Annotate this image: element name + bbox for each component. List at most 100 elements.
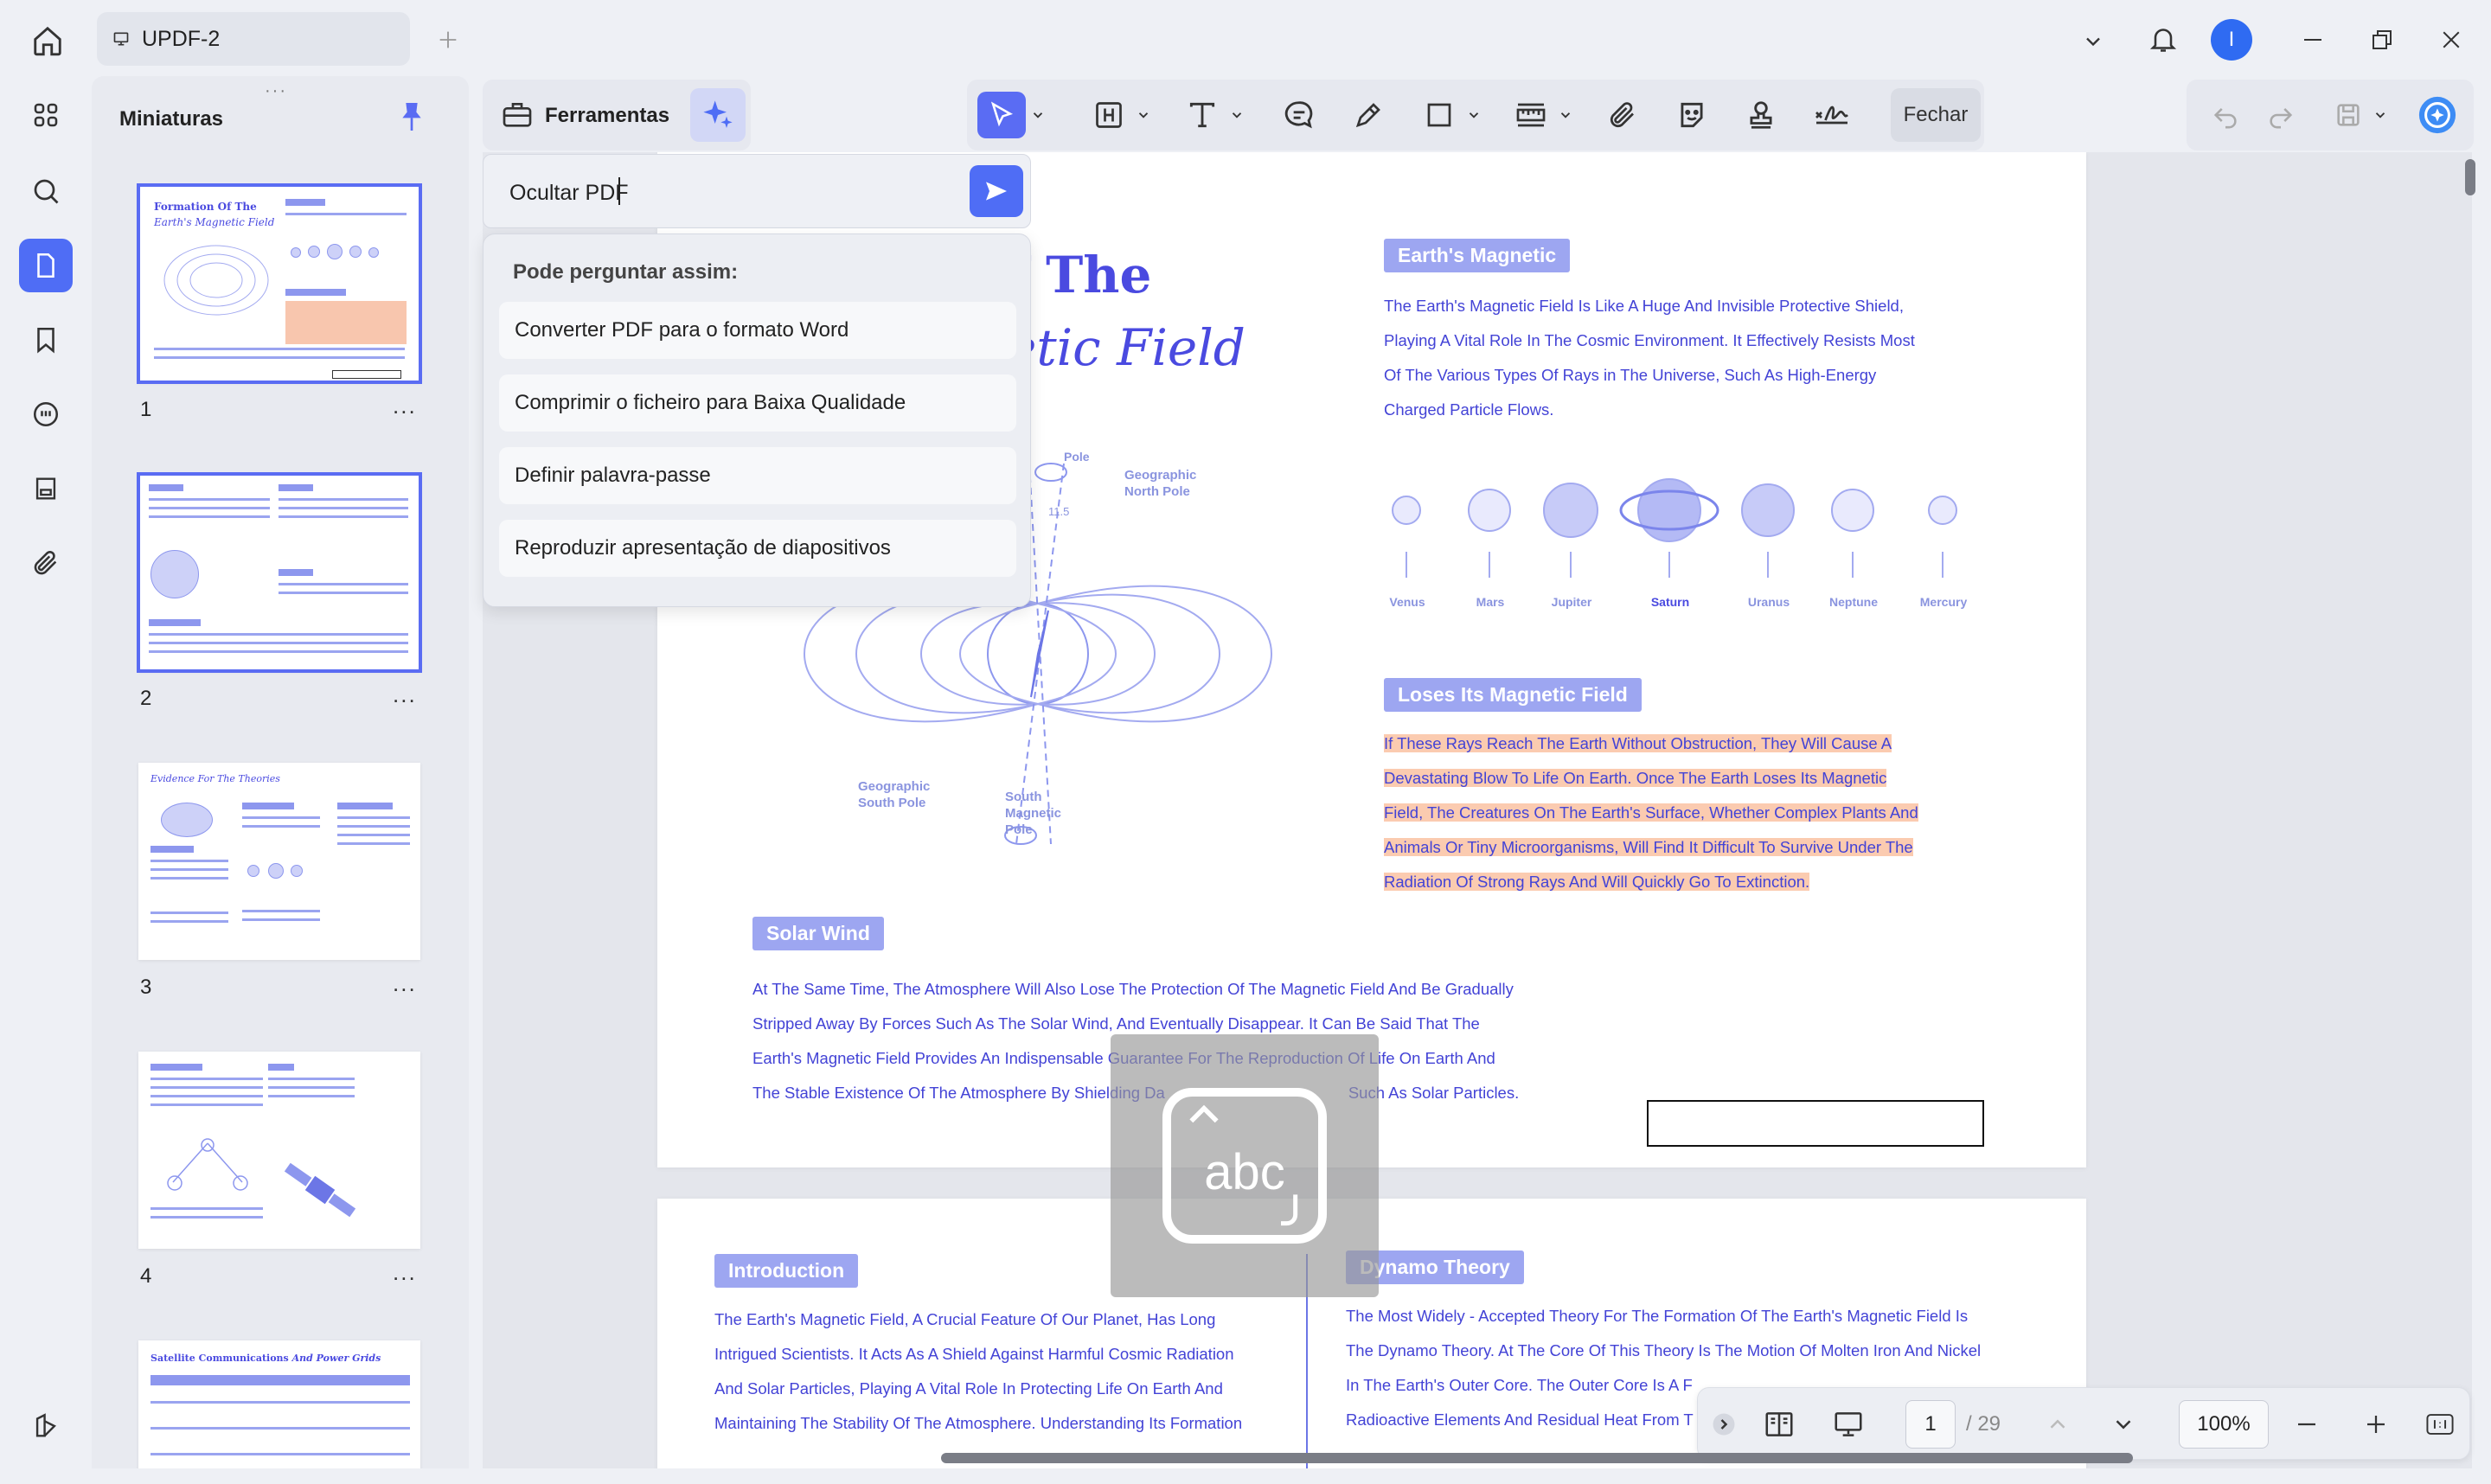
- vertical-scrollbar[interactable]: [2465, 159, 2475, 195]
- keyboard-input-icon: abc: [1162, 1088, 1327, 1244]
- thumbnail-subtitle: For The Theories: [197, 773, 280, 784]
- highlighted-text-line[interactable]: Field, The Creatures On The Earth's Surf…: [1384, 803, 1918, 822]
- tools-toolbar: Ferramentas: [483, 80, 751, 150]
- attach-tool[interactable]: [1598, 92, 1647, 138]
- chevron-down-icon[interactable]: [1226, 92, 1247, 138]
- thumbnail-subtitle: And Power Grids: [291, 1353, 381, 1364]
- stamp-tool[interactable]: [1737, 92, 1785, 138]
- diagram-label: South Magnetic Pole: [1005, 790, 1062, 837]
- thumbnail-page-2[interactable]: [137, 472, 422, 673]
- select-tool[interactable]: [977, 92, 1026, 138]
- zoom-in-icon[interactable]: [2352, 1400, 2400, 1449]
- highlight-tool[interactable]: [1085, 92, 1133, 138]
- pin-icon[interactable]: [398, 100, 426, 133]
- new-tab-icon[interactable]: [432, 24, 464, 55]
- ai-assistant-button[interactable]: [690, 88, 746, 142]
- attachment-icon[interactable]: [19, 536, 73, 590]
- zoom-out-icon[interactable]: [2283, 1400, 2331, 1449]
- thumbnails-icon[interactable]: [19, 239, 73, 292]
- text-tool[interactable]: [1178, 92, 1226, 138]
- ai-prompt-value[interactable]: Ocultar PDF: [509, 181, 629, 206]
- thumbnail-page-5[interactable]: Satellite Communications And Power Grids: [138, 1340, 420, 1468]
- rectangle-icon: [1424, 99, 1455, 131]
- chevron-down-icon[interactable]: [1463, 92, 1484, 138]
- ai-chat-icon[interactable]: [2413, 92, 2462, 138]
- thumbnail-more-icon[interactable]: ...: [393, 393, 417, 419]
- diagram-label: 11.5: [1048, 505, 1070, 518]
- zoom-level-input[interactable]: 100%: [2179, 1400, 2269, 1449]
- pen-icon: [1353, 99, 1384, 131]
- save-icon[interactable]: [2327, 92, 2370, 138]
- redo-icon[interactable]: [2259, 92, 2302, 138]
- next-page-icon[interactable]: [2099, 1400, 2148, 1449]
- previous-page-icon[interactable]: [2033, 1400, 2082, 1449]
- panel-resize-handle[interactable]: ···: [265, 81, 287, 101]
- search-icon[interactable]: [19, 164, 73, 218]
- suggestion-item[interactable]: Comprimir o ficheiro para Baixa Qualidad…: [499, 374, 1016, 432]
- text-line: Charged Particle Flows.: [1384, 400, 1554, 419]
- thumbnail-more-icon[interactable]: ...: [393, 970, 417, 997]
- pen-tool[interactable]: [1344, 92, 1393, 138]
- chevron-down-icon[interactable]: [1028, 92, 1048, 138]
- close-icon[interactable]: [2432, 21, 2470, 59]
- bell-icon[interactable]: [2143, 19, 2183, 59]
- text-line: At The Same Time, The Atmosphere Will Al…: [752, 980, 1514, 998]
- apps-icon[interactable]: [19, 88, 73, 142]
- highlighted-text-line[interactable]: Animals Or Tiny Microorganisms, Will Fin…: [1384, 838, 1913, 856]
- utility-toolbar: [2187, 80, 2474, 150]
- comment-tool[interactable]: [1275, 92, 1323, 138]
- thumbnail-page-number: 1: [140, 398, 152, 421]
- text-box-annotation[interactable]: [1647, 1100, 1984, 1147]
- highlighted-text-line[interactable]: If These Rays Reach The Earth Without Ob…: [1384, 734, 1892, 752]
- text-line: The Dynamo Theory. At The Core Of This T…: [1346, 1341, 1982, 1359]
- undo-icon[interactable]: [2204, 92, 2247, 138]
- ai-prompt-input[interactable]: Ocultar PDF: [483, 154, 1031, 228]
- close-tools-button[interactable]: Fechar: [1891, 88, 1981, 142]
- text-line: The Earth's Magnetic Field Is Like A Hug…: [1384, 297, 1904, 315]
- send-icon: [983, 177, 1010, 205]
- suggestion-item[interactable]: Converter PDF para o formato Word: [499, 302, 1016, 359]
- suggestions-title: Pode perguntar assim:: [513, 260, 739, 284]
- presentation-icon[interactable]: [1824, 1400, 1873, 1449]
- thumbnail-page-4[interactable]: [138, 1052, 420, 1249]
- comments-icon[interactable]: [19, 387, 73, 441]
- page-number-input[interactable]: 1: [1905, 1400, 1956, 1449]
- thumbnail-more-icon[interactable]: ...: [393, 1259, 417, 1286]
- avatar[interactable]: I: [2211, 19, 2252, 61]
- diagram-label: Geographic North Pole: [1124, 468, 1197, 499]
- actual-size-icon[interactable]: [2416, 1400, 2464, 1449]
- restore-icon[interactable]: [2363, 21, 2401, 59]
- chevron-down-icon[interactable]: [1555, 92, 1576, 138]
- send-button[interactable]: [970, 165, 1023, 217]
- thumbnail-more-icon[interactable]: ...: [393, 681, 417, 708]
- ruler-icon: [1514, 99, 1548, 131]
- planet-label: Jupiter: [1551, 595, 1592, 609]
- document-tab[interactable]: UPDF-2: [97, 12, 410, 66]
- form-icon[interactable]: [19, 462, 73, 515]
- chevron-down-icon[interactable]: [2370, 92, 2391, 138]
- bookmark-icon[interactable]: [19, 313, 73, 367]
- sticker-tool[interactable]: [1668, 92, 1716, 138]
- text-recognition-overlay: abc: [1111, 1034, 1379, 1297]
- suggestion-item[interactable]: Reproduzir apresentação de diapositivos: [499, 520, 1016, 577]
- theme-icon[interactable]: [19, 1399, 73, 1453]
- horizontal-scrollbar[interactable]: [941, 1453, 2133, 1463]
- thumbnail-page-3[interactable]: Evidence For The Theories: [138, 763, 420, 960]
- highlighted-text-line[interactable]: Radiation Of Strong Rays And Will Quickl…: [1384, 873, 1810, 891]
- home-icon[interactable]: [26, 19, 69, 62]
- chevron-down-icon[interactable]: [2076, 24, 2110, 59]
- planet-label: Saturn: [1650, 595, 1690, 609]
- highlighted-text-line[interactable]: Devastating Blow To Life On Earth. Once …: [1384, 769, 1887, 787]
- text-line: The Most Widely - Accepted Theory For Th…: [1346, 1307, 1969, 1325]
- shape-tool[interactable]: [1415, 92, 1463, 138]
- text-line: Playing A Vital Role In The Cosmic Envir…: [1384, 331, 1915, 349]
- measure-tool[interactable]: [1507, 92, 1555, 138]
- chevron-down-icon[interactable]: [1133, 92, 1154, 138]
- thumbnail-page-1[interactable]: Formation Of The Earth's Magnetic Field: [137, 183, 422, 384]
- page-layout-icon[interactable]: [1755, 1400, 1803, 1449]
- signature-tool[interactable]: [1806, 92, 1858, 138]
- collapse-nav-button[interactable]: [1707, 1400, 1741, 1449]
- minimize-icon[interactable]: [2294, 21, 2332, 59]
- suggestion-item[interactable]: Definir palavra-passe: [499, 447, 1016, 504]
- tools-label[interactable]: Ferramentas: [545, 104, 669, 128]
